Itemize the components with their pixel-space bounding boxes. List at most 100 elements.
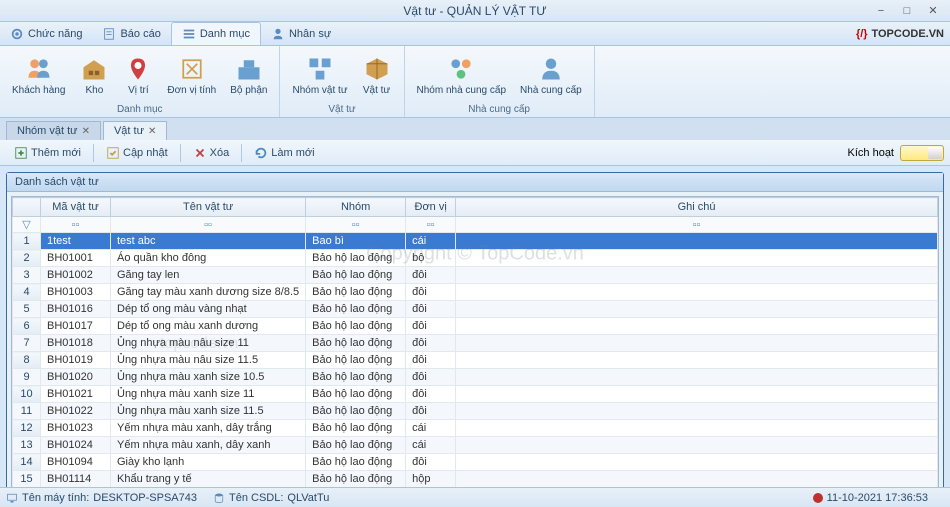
col-header[interactable]: Nhóm [306,198,406,217]
delete-button[interactable]: Xóa [185,143,238,163]
table-row[interactable]: 4BH01003Găng tay màu xanh dương size 8/8… [13,284,938,301]
cell-ten[interactable]: Giày kho lạnh [111,454,306,471]
cell-ghichu[interactable] [456,335,938,352]
table-row[interactable]: 5BH01016Dép tổ ong màu vàng nhạtBảo hộ l… [13,301,938,318]
ribbon-btn-donvitinh[interactable]: Đơn vị tính [161,48,222,103]
cell-nhom[interactable]: Bảo hộ lao động [306,318,406,335]
cell-ma[interactable]: BH01023 [41,420,111,437]
cell-donvi[interactable]: cái [406,437,456,454]
minimize-button[interactable]: − [870,3,892,19]
cell-nhom[interactable]: Bảo hộ lao động [306,437,406,454]
cell-ma[interactable]: BH01019 [41,352,111,369]
cell-donvi[interactable]: đôi [406,386,456,403]
cell-ten[interactable]: Ủng nhựa màu nâu size 11.5 [111,352,306,369]
cell-ghichu[interactable] [456,437,938,454]
cell-ten[interactable]: Yếm nhựa màu xanh, dây xanh [111,437,306,454]
cell-ma[interactable]: BH01002 [41,267,111,284]
filter-cell[interactable]: ▫▫ [41,217,111,233]
cell-nhom[interactable]: Bảo hộ lao động [306,284,406,301]
cell-ghichu[interactable] [456,267,938,284]
close-icon[interactable]: ✕ [148,126,156,137]
table-row[interactable]: 11BH01022Ủng nhựa màu xanh size 11.5Bảo … [13,403,938,420]
cell-donvi[interactable]: cái [406,420,456,437]
doc-tab-nhomvattu[interactable]: Nhóm vật tư✕ [6,121,101,140]
maximize-button[interactable]: □ [896,3,918,19]
refresh-button[interactable]: Làm mới [246,143,322,163]
cell-nhom[interactable]: Bảo hộ lao động [306,386,406,403]
table-row[interactable]: 12BH01023Yếm nhựa màu xanh, dây trắngBảo… [13,420,938,437]
cell-donvi[interactable]: đôi [406,301,456,318]
cell-ma[interactable]: BH01017 [41,318,111,335]
cell-donvi[interactable]: đôi [406,267,456,284]
cell-donvi[interactable]: đôi [406,318,456,335]
menu-tab-danhmuc[interactable]: Danh mục [171,22,261,45]
activate-toggle[interactable] [900,145,944,161]
cell-ghichu[interactable] [456,352,938,369]
cell-donvi[interactable]: cái [406,233,456,250]
filter-cell[interactable]: ▫▫ [111,217,306,233]
update-button[interactable]: Cập nhật [98,143,176,163]
table-row[interactable]: 8BH01019Ủng nhựa màu nâu size 11.5Bảo hộ… [13,352,938,369]
cell-ten[interactable]: Khẩu trang y tế [111,471,306,488]
cell-donvi[interactable]: đôi [406,454,456,471]
table-row[interactable]: 15BH01114Khẩu trang y tếBảo hộ lao độngh… [13,471,938,488]
cell-ten[interactable]: Găng tay màu xanh dương size 8/8.5 [111,284,306,301]
cell-ghichu[interactable] [456,386,938,403]
table-row[interactable]: 13BH01024Yếm nhựa màu xanh, dây xanhBảo … [13,437,938,454]
cell-nhom[interactable]: Bảo hộ lao động [306,403,406,420]
ribbon-btn-vattu[interactable]: Vật tư [356,48,398,103]
filter-cell[interactable]: ▫▫ [406,217,456,233]
cell-donvi[interactable]: đôi [406,403,456,420]
ribbon-btn-nhomnhacungcap[interactable]: Nhóm nhà cung cấp [411,48,513,103]
ribbon-btn-nhomvattu[interactable]: Nhóm vật tư [286,48,353,103]
cell-nhom[interactable]: Bảo hộ lao động [306,454,406,471]
cell-donvi[interactable]: đôi [406,369,456,386]
rownum-header[interactable] [13,198,41,217]
cell-ma[interactable]: BH01016 [41,301,111,318]
cell-donvi[interactable]: đôi [406,335,456,352]
cell-nhom[interactable]: Bảo hộ lao động [306,267,406,284]
menu-tab-nhansu[interactable]: Nhân sự [261,22,341,45]
menu-tab-baocao[interactable]: Báo cáo [92,22,170,45]
cell-ghichu[interactable] [456,318,938,335]
add-button[interactable]: Thêm mới [6,143,89,163]
cell-ghichu[interactable] [456,301,938,318]
close-icon[interactable]: ✕ [82,126,90,137]
cell-nhom[interactable]: Bảo hộ lao động [306,369,406,386]
cell-ten[interactable]: Ủng nhựa màu xanh size 11 [111,386,306,403]
cell-ma[interactable]: BH01114 [41,471,111,488]
col-header[interactable]: Đơn vị [406,198,456,217]
table-row[interactable]: 10BH01021Ủng nhựa màu xanh size 11Bảo hộ… [13,386,938,403]
ribbon-btn-vitri[interactable]: Vị trí [117,48,159,103]
cell-ten[interactable]: Ủng nhựa màu xanh size 11.5 [111,403,306,420]
table-row[interactable]: 6BH01017Dép tổ ong màu xanh dươngBảo hộ … [13,318,938,335]
cell-ma[interactable]: 1test [41,233,111,250]
cell-ten[interactable]: Dép tổ ong màu vàng nhạt [111,301,306,318]
cell-ma[interactable]: BH01001 [41,250,111,267]
cell-nhom[interactable]: Bảo hộ lao động [306,352,406,369]
cell-nhom[interactable]: Bảo hộ lao động [306,250,406,267]
cell-ghichu[interactable] [456,454,938,471]
cell-ghichu[interactable] [456,284,938,301]
cell-ghichu[interactable] [456,250,938,267]
filter-indicator[interactable]: ▽ [13,217,41,233]
cell-ma[interactable]: BH01021 [41,386,111,403]
filter-cell[interactable]: ▫▫ [456,217,938,233]
cell-ma[interactable]: BH01024 [41,437,111,454]
menu-tab-chucnang[interactable]: Chức năng [0,22,92,45]
col-header[interactable]: Mã vật tư [41,198,111,217]
cell-ghichu[interactable] [456,471,938,488]
doc-tab-vattu[interactable]: Vật tư✕ [103,121,167,140]
col-header[interactable]: Tên vật tư [111,198,306,217]
cell-ten[interactable]: Dép tổ ong màu xanh dương [111,318,306,335]
cell-ghichu[interactable] [456,420,938,437]
ribbon-btn-khachhang[interactable]: Khách hàng [6,48,71,103]
cell-ten[interactable]: Găng tay len [111,267,306,284]
table-row[interactable]: 3BH01002Găng tay lenBảo hộ lao độngđôi [13,267,938,284]
cell-donvi[interactable]: đôi [406,284,456,301]
col-header[interactable]: Ghi chú [456,198,938,217]
cell-donvi[interactable]: hộp [406,471,456,488]
close-button[interactable]: ✕ [922,3,944,19]
cell-ma[interactable]: BH01020 [41,369,111,386]
cell-ghichu[interactable] [456,369,938,386]
